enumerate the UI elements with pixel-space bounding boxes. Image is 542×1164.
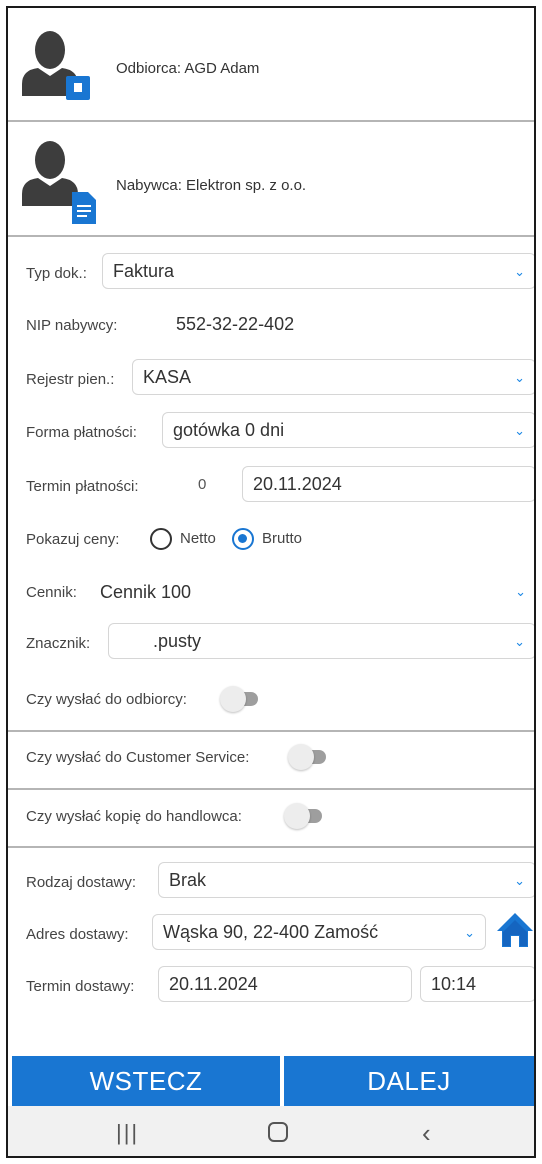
delivery-time-field[interactable]: 10:14 bbox=[420, 966, 534, 1002]
payment-term-label: Termin płatności: bbox=[26, 477, 139, 495]
register-select[interactable]: KASA ⌄ bbox=[132, 359, 534, 395]
send-customer-service-toggle[interactable] bbox=[288, 744, 328, 770]
price-list-label: Cennik: bbox=[26, 583, 77, 601]
doc-type-value: Faktura bbox=[113, 261, 175, 281]
app-frame: Odbiorca: AGD Adam Nabywca: Elektron sp.… bbox=[6, 6, 536, 1158]
divider bbox=[8, 846, 534, 848]
delivery-date-field[interactable]: 20.11.2024 bbox=[158, 966, 412, 1002]
delivery-term-label: Termin dostawy: bbox=[26, 977, 135, 995]
brutto-radio[interactable] bbox=[232, 528, 254, 550]
chevron-down-icon: ⌄ bbox=[514, 370, 525, 385]
send-copy-salesman-label: Czy wysłać kopię do handlowca: bbox=[26, 807, 242, 825]
back-button[interactable]: WSTECZ bbox=[12, 1056, 280, 1106]
payment-form-value: gotówka 0 dni bbox=[173, 420, 285, 440]
system-nav-bar: ||| ‹ bbox=[8, 1106, 534, 1156]
send-recipient-toggle[interactable] bbox=[220, 686, 260, 712]
delivery-type-select[interactable]: Brak ⌄ bbox=[158, 862, 534, 898]
recipient-label: Odbiorca: AGD Adam bbox=[116, 60, 260, 77]
chevron-down-icon: ⌄ bbox=[514, 423, 525, 438]
badge-icon bbox=[66, 76, 90, 100]
send-customer-service-label: Czy wysłać do Customer Service: bbox=[26, 748, 250, 766]
price-list-value: Cennik 100 bbox=[100, 582, 192, 602]
delivery-address-value: Wąska 90, 22-400 Zamość bbox=[163, 922, 379, 942]
payment-term-date: 20.11.2024 bbox=[253, 474, 342, 494]
delivery-type-label: Rodzaj dostawy: bbox=[26, 873, 137, 891]
payment-form-label: Forma płatności: bbox=[26, 423, 137, 441]
chevron-down-icon: ⌄ bbox=[514, 873, 525, 888]
payment-term-days[interactable]: 0 bbox=[198, 476, 206, 493]
netto-label[interactable]: Netto bbox=[180, 530, 216, 547]
netto-radio[interactable] bbox=[150, 528, 172, 550]
chevron-down-icon: ⌄ bbox=[514, 634, 525, 649]
document-icon bbox=[72, 192, 96, 224]
doc-type-select[interactable]: Faktura ⌄ bbox=[102, 253, 534, 289]
delivery-type-value: Brak bbox=[169, 870, 207, 890]
register-label: Rejestr pien.: bbox=[26, 370, 115, 388]
chevron-down-icon: ⌄ bbox=[515, 584, 526, 599]
doc-type-label: Typ dok.: bbox=[26, 264, 87, 282]
nip-value: 552-32-22-402 bbox=[176, 314, 295, 334]
delivery-time-value: 10:14 bbox=[431, 974, 477, 994]
brutto-label[interactable]: Brutto bbox=[262, 530, 302, 547]
chevron-down-icon: ⌄ bbox=[514, 264, 525, 279]
back-icon[interactable]: ‹ bbox=[422, 1118, 431, 1149]
delivery-date-value: 20.11.2024 bbox=[169, 974, 258, 994]
buyer-section[interactable]: Nabywca: Elektron sp. z o.o. bbox=[8, 124, 534, 237]
recipient-section[interactable]: Odbiorca: AGD Adam bbox=[8, 8, 534, 122]
payment-form-select[interactable]: gotówka 0 dni ⌄ bbox=[162, 412, 534, 448]
delivery-address-label: Adres dostawy: bbox=[26, 925, 129, 943]
register-value: KASA bbox=[143, 367, 192, 387]
send-copy-salesman-toggle[interactable] bbox=[284, 803, 324, 829]
home-icon[interactable] bbox=[496, 912, 534, 948]
divider bbox=[8, 788, 534, 790]
marker-select[interactable]: .pusty ⌄ bbox=[108, 623, 534, 659]
nip-label: NIP nabywcy: bbox=[26, 316, 118, 334]
recent-apps-icon[interactable]: ||| bbox=[116, 1120, 139, 1146]
payment-term-date-field[interactable]: 20.11.2024 bbox=[242, 466, 534, 502]
marker-label: Znacznik: bbox=[26, 634, 91, 652]
person-icon bbox=[22, 141, 78, 206]
show-prices-label: Pokazuj ceny: bbox=[26, 530, 120, 548]
chevron-down-icon: ⌄ bbox=[464, 925, 475, 940]
divider bbox=[8, 730, 534, 732]
marker-value: .pusty bbox=[153, 631, 202, 651]
send-recipient-label: Czy wysłać do odbiorcy: bbox=[26, 690, 187, 708]
next-button[interactable]: DALEJ bbox=[284, 1056, 534, 1106]
delivery-address-select[interactable]: Wąska 90, 22-400 Zamość ⌄ bbox=[152, 914, 486, 950]
buyer-label: Nabywca: Elektron sp. z o.o. bbox=[116, 177, 307, 194]
home-circle-icon[interactable] bbox=[268, 1122, 288, 1142]
price-list-select[interactable]: Cennik 100 ⌄ bbox=[94, 574, 534, 610]
